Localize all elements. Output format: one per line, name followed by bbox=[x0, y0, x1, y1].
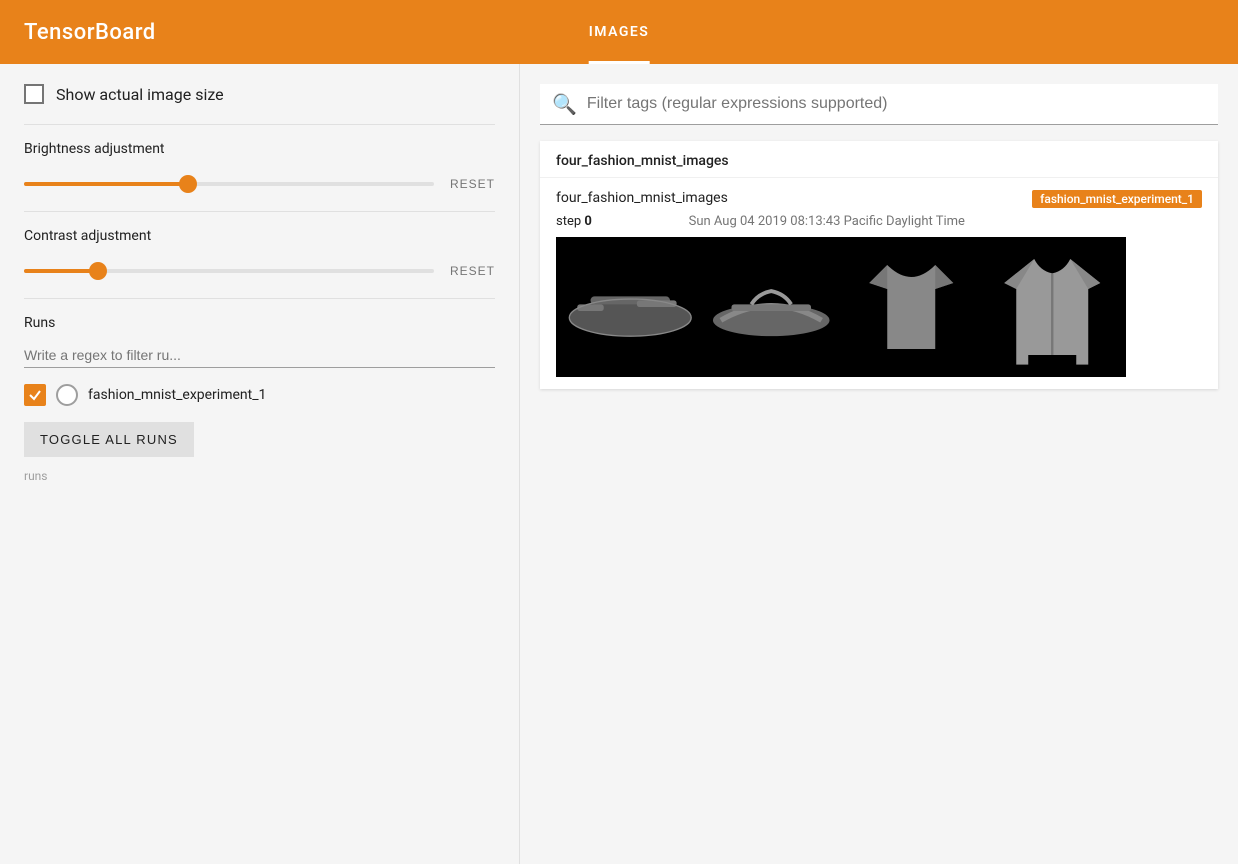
brightness-reset-button[interactable]: RESET bbox=[450, 173, 495, 195]
header: TensorBoard IMAGES bbox=[0, 0, 1238, 64]
contrast-slider-fill bbox=[24, 269, 98, 273]
checkmark-icon bbox=[28, 388, 42, 402]
show-actual-size-row: Show actual image size bbox=[24, 84, 495, 104]
runs-filter-input[interactable] bbox=[24, 343, 495, 368]
step-value: 0 bbox=[584, 214, 591, 229]
search-icon: 🔍 bbox=[552, 92, 577, 116]
filter-tags-input[interactable] bbox=[587, 95, 1206, 113]
sandal-icon-2 bbox=[705, 247, 838, 367]
brightness-slider-fill bbox=[24, 182, 188, 186]
run-badge: fashion_mnist_experiment_1 bbox=[1032, 190, 1202, 208]
divider-2 bbox=[24, 211, 495, 212]
image-card-title-row: four_fashion_mnist_images fashion_mnist_… bbox=[556, 190, 1202, 208]
app-title: TensorBoard bbox=[24, 20, 156, 45]
runs-section: Runs fashion_mnist_experiment_1 TOGGLE A… bbox=[24, 315, 495, 483]
contrast-slider-track bbox=[24, 269, 434, 273]
image-card: four_fashion_mnist_images four_fashion_m… bbox=[540, 141, 1218, 389]
contrast-reset-button[interactable]: RESET bbox=[450, 260, 495, 282]
header-nav: IMAGES bbox=[565, 0, 674, 64]
image-meta: step 0 Sun Aug 04 2019 08:13:43 Pacific … bbox=[556, 214, 1202, 229]
nav-item-images[interactable]: IMAGES bbox=[565, 0, 674, 64]
fashion-image-3 bbox=[845, 247, 978, 367]
divider-3 bbox=[24, 298, 495, 299]
card-header: four_fashion_mnist_images bbox=[540, 141, 1218, 178]
tshirt-icon bbox=[845, 247, 978, 367]
run-name: fashion_mnist_experiment_1 bbox=[88, 386, 266, 404]
brightness-slider-row: RESET bbox=[24, 173, 495, 195]
brightness-slider-track bbox=[24, 182, 434, 186]
fashion-image-1 bbox=[564, 247, 697, 367]
sandal-icon-1 bbox=[564, 247, 697, 367]
filter-bar: 🔍 bbox=[540, 84, 1218, 125]
card-body: four_fashion_mnist_images fashion_mnist_… bbox=[540, 178, 1218, 389]
fashion-images-container bbox=[556, 237, 1126, 377]
contrast-slider-row: RESET bbox=[24, 260, 495, 282]
brightness-slider-track-container[interactable] bbox=[24, 182, 434, 186]
run-color-dot[interactable] bbox=[56, 384, 78, 406]
sidebar: Show actual image size Brightness adjust… bbox=[0, 64, 520, 864]
content-area: 🔍 four_fashion_mnist_images four_fashion… bbox=[520, 64, 1238, 864]
contrast-slider-track-container[interactable] bbox=[24, 269, 434, 273]
contrast-slider-thumb[interactable] bbox=[89, 262, 107, 280]
runs-title: Runs bbox=[24, 315, 495, 331]
step-label: step bbox=[556, 214, 581, 229]
show-actual-size-checkbox[interactable] bbox=[24, 84, 44, 104]
runs-footer: runs bbox=[24, 469, 495, 483]
contrast-label: Contrast adjustment bbox=[24, 228, 495, 244]
brightness-slider-thumb[interactable] bbox=[179, 175, 197, 193]
run-checkbox[interactable] bbox=[24, 384, 46, 406]
fashion-image-4 bbox=[986, 247, 1119, 367]
brightness-label: Brightness adjustment bbox=[24, 141, 495, 157]
brightness-section: Brightness adjustment RESET bbox=[24, 141, 495, 195]
run-item: fashion_mnist_experiment_1 bbox=[24, 384, 495, 406]
image-card-name: four_fashion_mnist_images bbox=[556, 190, 728, 206]
divider-1 bbox=[24, 124, 495, 125]
main-layout: Show actual image size Brightness adjust… bbox=[0, 64, 1238, 864]
coat-icon bbox=[986, 247, 1119, 367]
show-actual-size-label: Show actual image size bbox=[56, 85, 224, 104]
fashion-image-2 bbox=[705, 247, 838, 367]
timestamp: Sun Aug 04 2019 08:13:43 Pacific Dayligh… bbox=[689, 214, 965, 229]
toggle-all-runs-button[interactable]: TOGGLE ALL RUNS bbox=[24, 422, 194, 457]
contrast-section: Contrast adjustment RESET bbox=[24, 228, 495, 282]
